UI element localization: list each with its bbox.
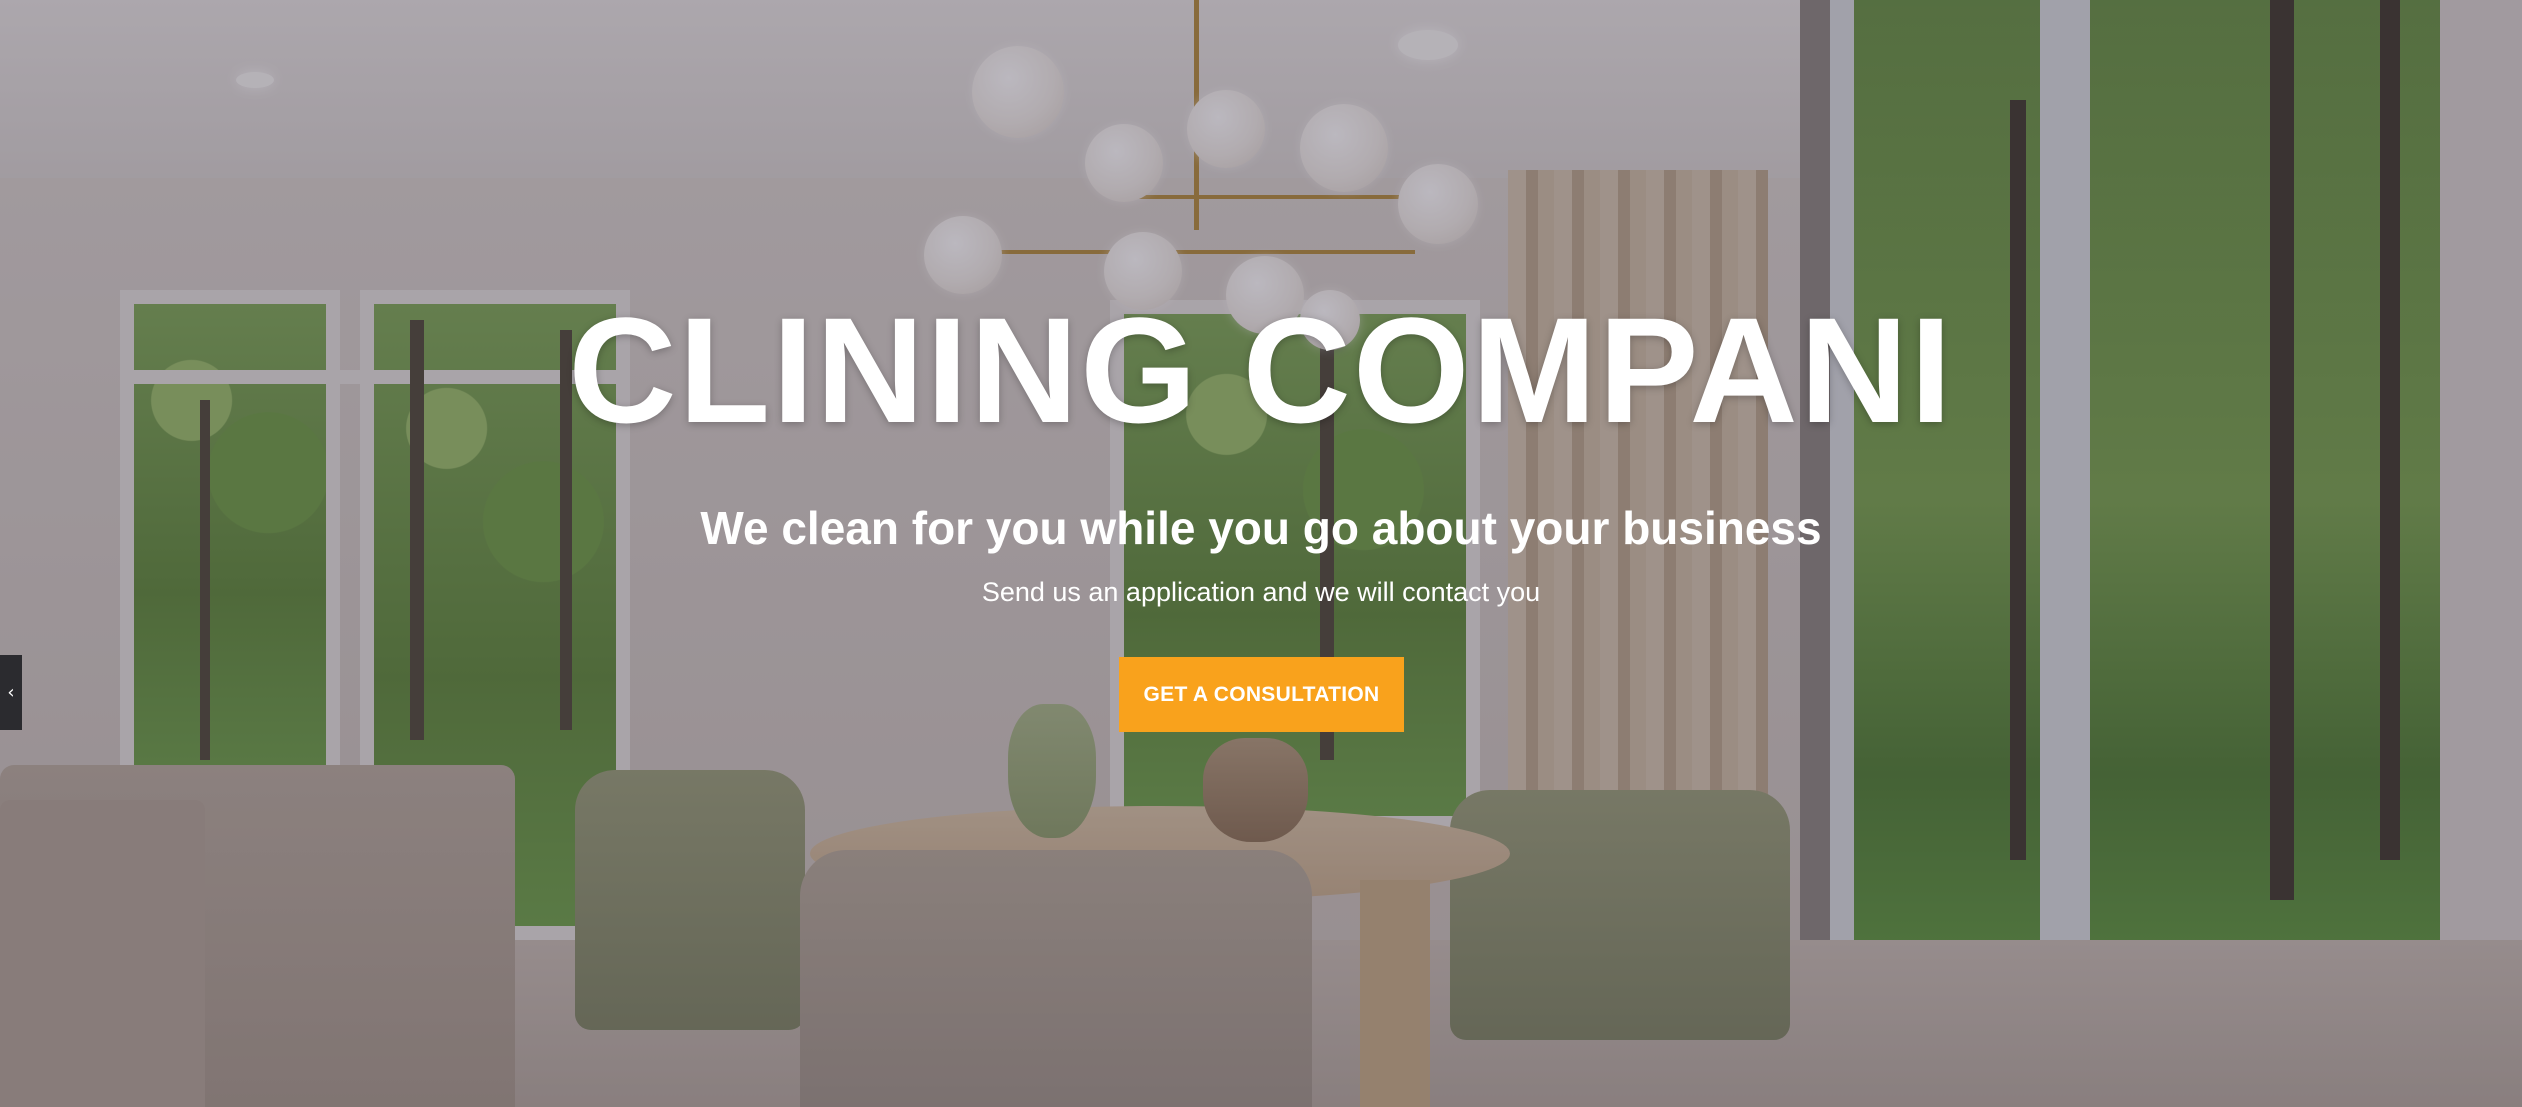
hero-slider: ‹ CLINING COMPANI We clean for you while… xyxy=(0,0,2522,1107)
hero-tagline: Send us an application and we will conta… xyxy=(981,577,1541,607)
hero-content: CLINING COMPANI We clean for you while y… xyxy=(0,0,2522,1107)
get-consultation-button[interactable]: GET A CONSULTATION xyxy=(1119,657,1404,732)
hero-subtitle: We clean for you while you go about your… xyxy=(700,502,1822,554)
hero-title: CLINING COMPANI xyxy=(568,286,1954,454)
